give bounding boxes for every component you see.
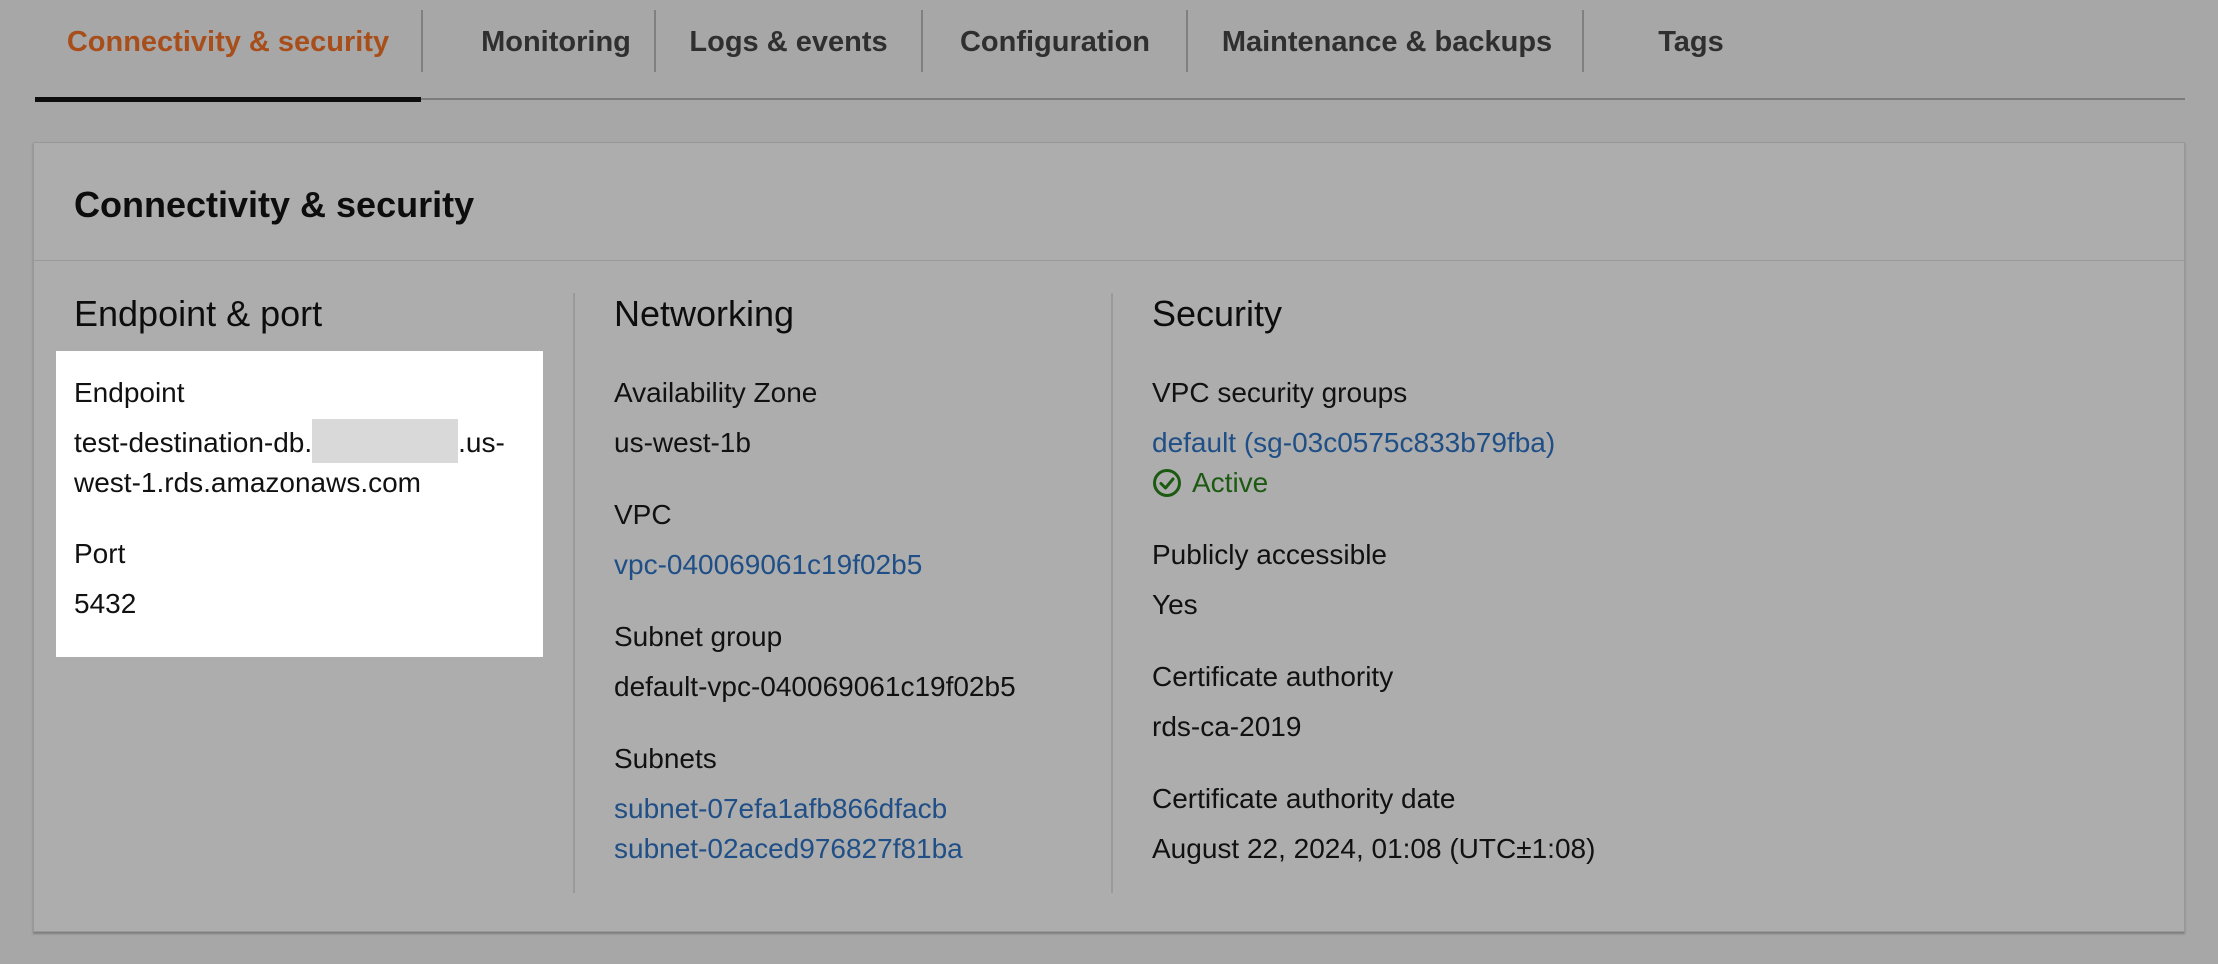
endpoint-label: Endpoint	[74, 377, 185, 408]
security-group-link[interactable]: default (sg-03c0575c833b79fba)	[1152, 423, 1852, 463]
subnet-group-value: default-vpc-040069061c19f02b5	[614, 671, 1016, 702]
status-text: Active	[1192, 467, 1269, 498]
tab-bar: Connectivity & security Monitoring Logs …	[35, 0, 2185, 102]
column-divider	[1111, 293, 1113, 893]
endpoint-port-heading: Endpoint & port	[74, 293, 323, 334]
panel-title: Connectivity & security	[74, 183, 475, 225]
endpoint-port-column: Endpoint & port Endpoint test-destinatio…	[74, 293, 554, 624]
endpoint-line2: west-1.rds.amazonaws.com	[74, 466, 422, 498]
endpoint-value[interactable]: test-destination-db. .us- west-1.rds.amaz…	[74, 418, 534, 502]
certificate-authority-date-value: August 22, 2024, 01:08 (UTC±1:08)	[1152, 833, 1596, 864]
check-circle-icon	[1153, 469, 1181, 497]
port-value: 5432	[74, 587, 137, 619]
subnet-link[interactable]: subnet-02aced976827f81ba	[614, 829, 1114, 869]
redacted-block	[312, 418, 459, 463]
publicly-accessible-label: Publicly accessible	[1152, 539, 1387, 570]
port-label: Port	[74, 537, 126, 569]
availability-zone-value: us-west-1b	[614, 427, 751, 458]
tab-logs-events[interactable]: Logs & events	[656, 0, 921, 100]
certificate-authority-value: rds-ca-2019	[1152, 711, 1302, 742]
security-groups-label: VPC security groups	[1152, 377, 1408, 408]
tab-label: Tags	[1658, 25, 1724, 58]
status-badge: Active	[1152, 463, 1852, 503]
tab-tags[interactable]: Tags	[1584, 0, 1798, 100]
tab-label: Connectivity & security	[66, 25, 390, 58]
column-divider	[573, 293, 575, 893]
tab-connectivity-security[interactable]: Connectivity & security	[35, 0, 421, 102]
tab-label: Monitoring	[481, 25, 631, 58]
subnet-link[interactable]: subnet-07efa1afb866dfacb	[614, 789, 1114, 829]
certificate-authority-date-label: Certificate authority date	[1152, 783, 1456, 814]
certificate-authority-label: Certificate authority	[1152, 661, 1394, 692]
security-heading: Security	[1152, 293, 1283, 334]
availability-zone-label: Availability Zone	[614, 377, 818, 408]
subnets-label: Subnets	[614, 743, 717, 774]
networking-column: Networking Availability Zone us-west-1b …	[614, 293, 1114, 869]
panel-header: Connectivity & security	[34, 143, 2184, 261]
publicly-accessible-value: Yes	[1152, 589, 1198, 620]
subnet-group-label: Subnet group	[614, 621, 783, 652]
networking-heading: Networking	[614, 293, 795, 334]
connectivity-security-panel: Connectivity & security Endpoint & port …	[33, 142, 2185, 932]
tab-configuration[interactable]: Configuration	[923, 0, 1187, 100]
tab-monitoring[interactable]: Monitoring	[423, 0, 689, 100]
endpoint-prefix: test-destination-db.	[74, 427, 313, 458]
tab-maintenance-backups[interactable]: Maintenance & backups	[1188, 0, 1586, 100]
tab-label: Logs & events	[689, 25, 888, 58]
endpoint-suffix: .us-	[458, 427, 505, 458]
vpc-link[interactable]: vpc-040069061c19f02b5	[614, 545, 1114, 585]
vpc-label: VPC	[614, 499, 672, 530]
tab-label: Configuration	[959, 25, 1151, 58]
tab-label: Maintenance & backups	[1221, 25, 1553, 58]
security-column: Security VPC security groups default (sg…	[1152, 293, 1852, 869]
